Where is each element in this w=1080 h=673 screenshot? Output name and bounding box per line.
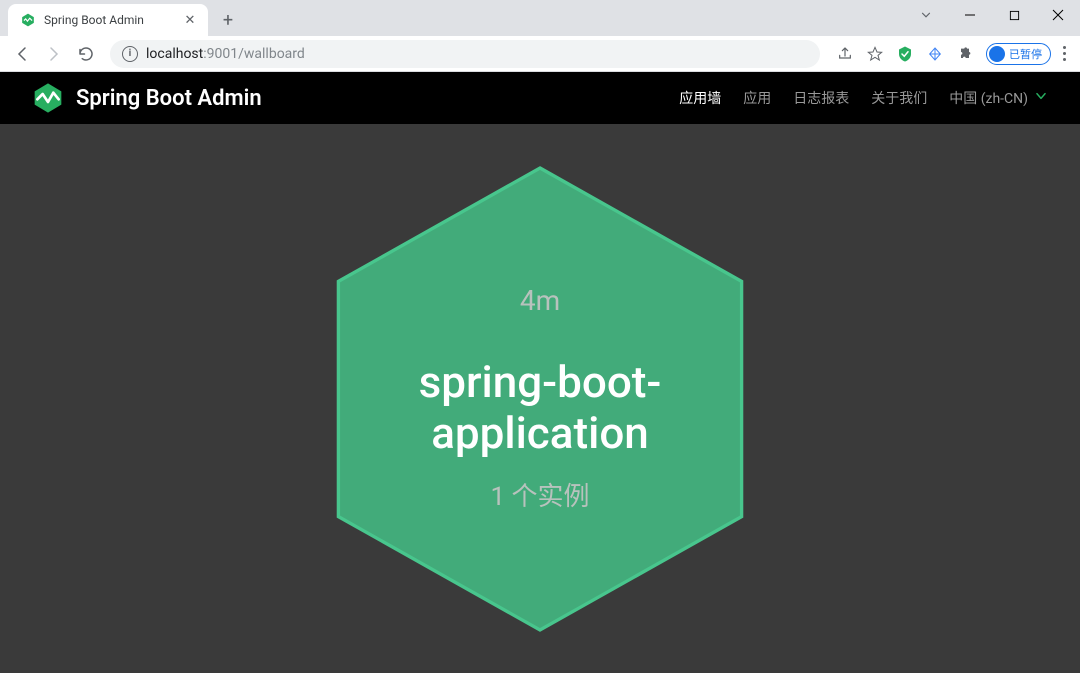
tile-uptime: 4m	[350, 284, 730, 317]
tab-title: Spring Boot Admin	[44, 13, 174, 27]
url-host: localhost	[146, 46, 203, 62]
favicon-icon	[20, 12, 36, 28]
download-progress-icon	[989, 46, 1005, 62]
browser-tab[interactable]: Spring Boot Admin ✕	[8, 4, 208, 36]
brand[interactable]: Spring Boot Admin	[32, 82, 262, 114]
extension-diamond-icon[interactable]	[926, 45, 944, 63]
download-status-pill[interactable]: 已暂停	[986, 43, 1051, 65]
nav-back-button[interactable]	[8, 40, 36, 68]
nav-item-about[interactable]: 关于我们	[871, 88, 927, 108]
nav-items: 应用墙 应用 日志报表 关于我们 中国 (zh-CN)	[679, 88, 1048, 108]
window-maximize-button[interactable]	[992, 0, 1036, 30]
tile-app-name: spring-boot-application	[350, 357, 730, 458]
share-icon[interactable]	[836, 45, 854, 63]
url-path: :9001/wallboard	[203, 46, 305, 62]
browser-toolbar: i localhost:9001/wallboard 已暂停	[0, 36, 1080, 72]
tile-instances: 1 个实例	[350, 476, 730, 513]
extensions-puzzle-icon[interactable]	[956, 45, 974, 63]
tab-search-button[interactable]	[904, 0, 948, 30]
brand-logo-icon	[32, 82, 64, 114]
new-tab-button[interactable]: +	[214, 6, 242, 34]
browser-menu-button[interactable]	[1063, 46, 1066, 61]
nav-item-journal[interactable]: 日志报表	[793, 88, 849, 108]
bookmark-star-icon[interactable]	[866, 45, 884, 63]
tile-content: 4m spring-boot-application 1 个实例	[330, 284, 750, 513]
nav-item-locale[interactable]: 中国 (zh-CN)	[949, 88, 1048, 108]
wallboard: 4m spring-boot-application 1 个实例	[0, 124, 1080, 673]
application-tile[interactable]: 4m spring-boot-application 1 个实例	[330, 159, 750, 639]
download-status-label: 已暂停	[1009, 46, 1042, 62]
toolbar-right: 已暂停	[830, 43, 1072, 65]
window-minimize-button[interactable]	[948, 0, 992, 30]
nav-forward-button[interactable]	[40, 40, 68, 68]
tab-close-icon[interactable]: ✕	[182, 12, 198, 28]
locale-label: 中国 (zh-CN)	[949, 88, 1028, 108]
nav-item-applications[interactable]: 应用	[743, 88, 771, 108]
window-controls	[904, 0, 1080, 30]
nav-reload-button[interactable]	[72, 40, 100, 68]
nav-item-wallboard[interactable]: 应用墙	[679, 88, 721, 108]
chevron-down-icon	[1034, 89, 1048, 107]
url-text: localhost:9001/wallboard	[146, 46, 305, 62]
window-close-button[interactable]	[1036, 0, 1080, 30]
browser-titlebar: Spring Boot Admin ✕ +	[0, 0, 1080, 36]
address-bar[interactable]: i localhost:9001/wallboard	[110, 40, 820, 68]
brand-title: Spring Boot Admin	[76, 86, 262, 111]
site-info-icon[interactable]: i	[122, 46, 138, 62]
extension-shield-icon[interactable]	[896, 45, 914, 63]
app-navbar: Spring Boot Admin 应用墙 应用 日志报表 关于我们 中国 (z…	[0, 72, 1080, 124]
